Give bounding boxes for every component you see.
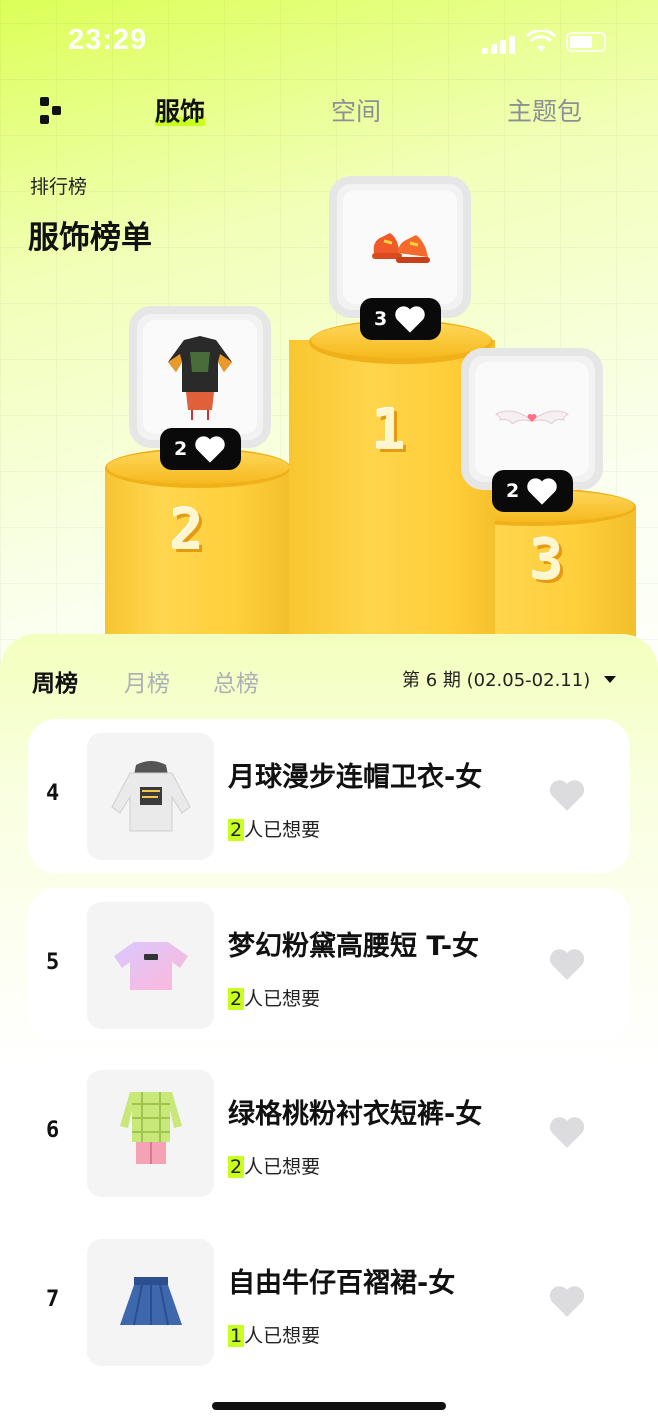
tab-apparel[interactable]: 服饰 <box>155 92 206 128</box>
item-title: 自由牛仔百褶裙-女 <box>228 1268 456 1299</box>
list-rank: 6 <box>46 1118 60 1143</box>
podium-rank-2: 2 <box>170 498 204 563</box>
plaid-shirt-icon <box>119 1091 182 1164</box>
want-count: 2 人已想要 <box>228 984 320 1011</box>
list-item[interactable]: 6 绿格桃粉衬衣短裤-女 2 人已想要 <box>28 1056 630 1210</box>
item-thumbnail <box>87 902 214 1029</box>
caret-down-icon <box>604 675 617 683</box>
item-thumbnail <box>87 1239 214 1366</box>
wings-icon <box>495 410 569 425</box>
podium-rank-3: 3 <box>530 528 564 593</box>
want-count: 2 人已想要 <box>228 815 320 842</box>
item-title: 绿格桃粉衬衣短裤-女 <box>228 1099 483 1130</box>
podium-item-2[interactable] <box>129 306 271 448</box>
jacket-icon <box>168 336 232 420</box>
hoodie-icon <box>110 760 191 831</box>
list-item[interactable]: 5 梦幻粉黛高腰短 T-女 2 人已想要 <box>28 888 630 1042</box>
want-count-number: 2 <box>228 988 245 1010</box>
podium-like-button-3[interactable]: 2 <box>492 470 573 512</box>
want-count-suffix: 人已想要 <box>244 1325 321 1347</box>
podium: 2 3 1 3 2 2 <box>0 0 658 640</box>
heart-icon <box>527 478 557 505</box>
tab-overall[interactable]: 总榜 <box>213 664 259 698</box>
podium-item-1[interactable] <box>329 176 471 318</box>
want-count-number: 2 <box>228 819 245 841</box>
item-title: 梦幻粉黛高腰短 T-女 <box>228 931 480 962</box>
podium-like-button-1[interactable]: 3 <box>360 298 441 340</box>
home-indicator[interactable] <box>212 1402 446 1410</box>
item-thumbnail <box>87 733 214 860</box>
heart-icon <box>195 436 225 463</box>
list-item[interactable]: 7 自由牛仔百褶裙-女 1 人已想要 <box>28 1225 630 1379</box>
want-count: 1 人已想要 <box>228 1321 320 1348</box>
issue-label: 第 6 期 (02.05-02.11) <box>402 670 591 691</box>
heart-icon <box>395 306 425 333</box>
want-count-number: 1 <box>228 1325 245 1347</box>
heart-icon[interactable] <box>548 1283 586 1319</box>
tab-monthly[interactable]: 月榜 <box>124 664 170 698</box>
heart-icon[interactable] <box>548 777 586 813</box>
want-count-number: 2 <box>228 1156 245 1178</box>
crop-tshirt-icon <box>113 941 188 990</box>
denim-skirt-icon <box>119 1276 182 1325</box>
podium-like-button-2[interactable]: 2 <box>160 428 241 470</box>
want-count-suffix: 人已想要 <box>244 1156 321 1178</box>
sneakers-icon <box>372 233 430 263</box>
list-rank: 7 <box>46 1287 60 1312</box>
item-thumbnail <box>87 1070 214 1197</box>
podium-rank-1: 1 <box>372 398 406 463</box>
tab-weekly[interactable]: 周榜 <box>32 664 78 698</box>
podium-like-count-3: 2 <box>506 480 520 502</box>
issue-dropdown[interactable]: 第 6 期 (02.05-02.11) <box>402 666 617 692</box>
list-rank: 5 <box>46 950 60 975</box>
want-count-suffix: 人已想要 <box>244 988 321 1010</box>
podium-item-3[interactable] <box>461 348 603 490</box>
podium-like-count-1: 3 <box>374 308 388 330</box>
heart-icon[interactable] <box>548 946 586 982</box>
podium-like-count-2: 2 <box>174 438 188 460</box>
heart-icon[interactable] <box>548 1114 586 1150</box>
want-count-suffix: 人已想要 <box>244 819 321 841</box>
item-title: 月球漫步连帽卫衣-女 <box>228 762 483 793</box>
want-count: 2 人已想要 <box>228 1152 320 1179</box>
list-item[interactable]: 4 月球漫步连帽卫衣-女 2 人已想要 <box>28 719 630 873</box>
list-rank: 4 <box>46 781 60 806</box>
